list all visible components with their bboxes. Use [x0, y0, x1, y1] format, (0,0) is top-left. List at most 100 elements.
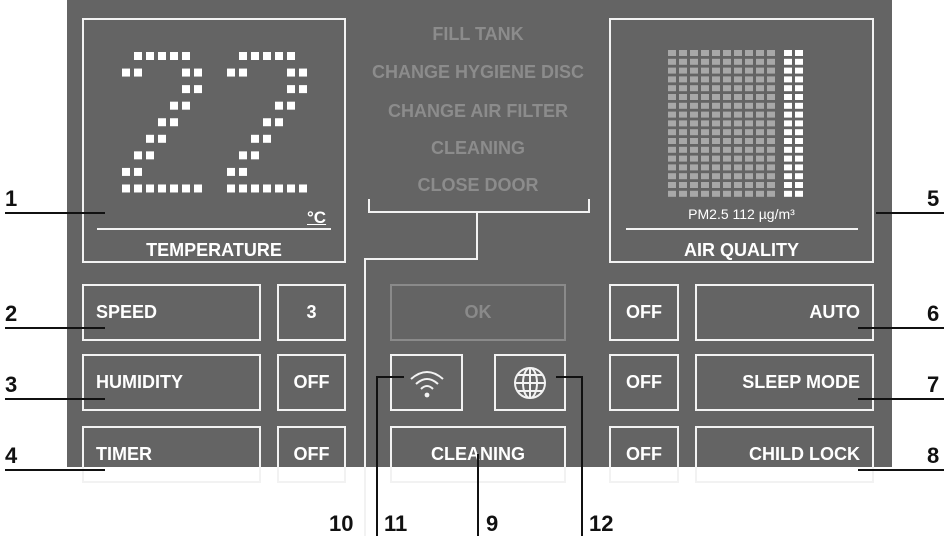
callout-line-6 [858, 327, 944, 329]
ok-button[interactable]: OK [390, 284, 566, 341]
air-quality-dot [767, 67, 775, 74]
wifi-button[interactable] [390, 354, 463, 411]
timer-value[interactable]: OFF [277, 426, 346, 483]
air-quality-dot [723, 58, 731, 65]
air-quality-dot [795, 58, 803, 65]
air-quality-dot [668, 94, 676, 100]
air-quality-dot [767, 85, 775, 92]
air-quality-dot [745, 164, 753, 171]
air-quality-dot [784, 102, 792, 109]
air-quality-dot [723, 67, 731, 74]
air-quality-dot [734, 50, 742, 56]
air-quality-dot [784, 111, 792, 118]
air-quality-dot [668, 173, 676, 180]
air-quality-dot [712, 164, 720, 171]
air-quality-dot [734, 155, 742, 162]
air-quality-dot [795, 173, 803, 180]
callout-3: 3 [5, 372, 18, 397]
air-quality-dot [745, 146, 753, 153]
air-quality-dot [767, 190, 775, 197]
air-quality-dot [712, 50, 720, 56]
timer-button[interactable]: TIMER [82, 426, 261, 483]
air-quality-dot [712, 58, 720, 65]
air-quality-dot [745, 67, 753, 74]
temperature-dot [182, 85, 190, 94]
air-quality-dot [668, 120, 676, 127]
air-quality-dot [784, 138, 792, 144]
auto-state[interactable]: OFF [609, 284, 679, 341]
callout-2: 2 [5, 301, 18, 326]
callout-line-12 [581, 376, 583, 536]
air-quality-dot [679, 138, 687, 144]
message-cleaning: CLEANING [431, 138, 525, 158]
air-quality-dot [712, 182, 720, 188]
air-quality-dot [745, 190, 753, 197]
air-quality-dot [784, 129, 792, 136]
air-quality-dot [712, 155, 720, 162]
air-quality-dot [734, 111, 742, 118]
temperature-dot [182, 52, 190, 60]
speed-button[interactable]: SPEED [82, 284, 261, 341]
temperature-dot [158, 184, 166, 193]
air-quality-dot [795, 120, 803, 127]
air-quality-dot [701, 120, 709, 127]
child-lock-button[interactable]: CHILD LOCK [695, 426, 874, 483]
temperature-dot [122, 167, 130, 176]
air-quality-dot [784, 182, 792, 188]
air-quality-dot [668, 50, 676, 56]
temperature-dot [146, 134, 154, 143]
globe-button[interactable] [494, 354, 566, 411]
humidity-value[interactable]: OFF [277, 354, 346, 411]
temperature-dot [239, 184, 247, 193]
air-quality-dot [701, 190, 709, 197]
air-quality-divider [626, 228, 858, 230]
callout-10: 10 [329, 511, 354, 536]
air-quality-dot [679, 94, 687, 100]
temperature-dot [263, 184, 271, 193]
air-quality-dot [701, 85, 709, 92]
air-quality-dot [767, 164, 775, 171]
message-change-hygiene-disc: CHANGE HYGIENE DISC [371, 62, 585, 82]
air-quality-dot [679, 190, 687, 197]
sleep-mode-button[interactable]: SLEEP MODE [695, 354, 874, 411]
air-quality-dot [756, 146, 764, 153]
sleep-mode-state[interactable]: OFF [609, 354, 679, 411]
child-lock-state[interactable]: OFF [609, 426, 679, 483]
air-quality-dot [756, 138, 764, 144]
callout-line-8 [858, 469, 944, 471]
air-quality-dot [701, 94, 709, 100]
air-quality-dot [745, 182, 753, 188]
callout-line-7 [858, 398, 944, 400]
air-quality-dot [690, 155, 698, 162]
air-quality-dot [712, 120, 720, 127]
air-quality-dot [756, 85, 764, 92]
callout-line-5 [876, 212, 944, 214]
humidity-button[interactable]: HUMIDITY [82, 354, 261, 411]
air-quality-dot [767, 111, 775, 118]
temperature-dot [263, 52, 271, 60]
air-quality-meter [668, 50, 803, 197]
temperature-dot [194, 68, 202, 77]
air-quality-dot [668, 129, 676, 136]
air-quality-dot [701, 138, 709, 144]
temperature-dot [227, 167, 235, 176]
speed-value[interactable]: 3 [277, 284, 346, 341]
air-quality-dot [679, 67, 687, 74]
air-quality-dot [745, 120, 753, 127]
air-quality-dot [784, 190, 792, 197]
air-quality-dot [690, 67, 698, 74]
callout-8: 8 [927, 443, 940, 468]
temperature-dot [170, 118, 178, 127]
air-quality-dot [784, 173, 792, 180]
temperature-dot [134, 68, 142, 77]
air-quality-dot [795, 102, 803, 109]
air-quality-dot [756, 182, 764, 188]
wifi-icon [409, 370, 444, 397]
auto-button[interactable]: AUTO [695, 284, 874, 341]
air-quality-dot [745, 129, 753, 136]
air-quality-dot [767, 182, 775, 188]
temperature-dot [227, 184, 235, 193]
air-quality-dot [668, 76, 676, 83]
air-quality-dot [784, 94, 792, 100]
air-quality-dot [690, 190, 698, 197]
